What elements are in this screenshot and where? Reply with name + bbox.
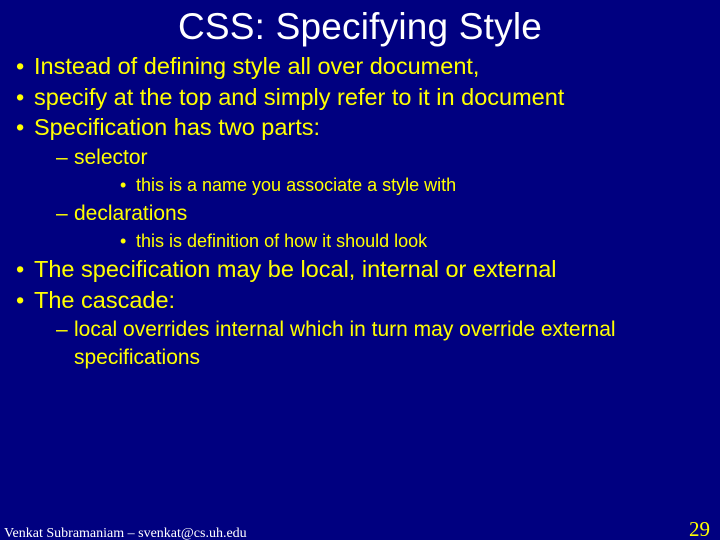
- bullet-text: Specification has two parts:: [34, 114, 320, 140]
- bullet-item: Instead of defining style all over docum…: [10, 52, 710, 81]
- bullet-text: specify at the top and simply refer to i…: [34, 84, 564, 110]
- subsub-list: this is a name you associate a style wit…: [74, 173, 710, 197]
- footer-page-number: 29: [689, 517, 710, 540]
- sub-list: local overrides internal which in turn m…: [34, 316, 710, 371]
- bullet-text: The cascade:: [34, 287, 175, 313]
- bullet-text: The specification may be local, internal…: [34, 256, 557, 282]
- sub-item: selector this is a name you associate a …: [34, 144, 710, 198]
- sub-item: local overrides internal which in turn m…: [34, 316, 710, 371]
- bullet-text: this is a name you associate a style wit…: [136, 175, 456, 195]
- subsub-item: this is a name you associate a style wit…: [74, 173, 710, 197]
- subsub-item: this is definition of how it should look: [74, 229, 710, 253]
- bullet-text: Instead of defining style all over docum…: [34, 53, 479, 79]
- bullet-text: selector: [74, 146, 148, 169]
- slide-title: CSS: Specifying Style: [10, 6, 710, 48]
- sub-item: declarations this is definition of how i…: [34, 200, 710, 254]
- bullet-text: declarations: [74, 202, 187, 225]
- bullet-text: this is definition of how it should look: [136, 231, 427, 251]
- sub-list: selector this is a name you associate a …: [34, 144, 710, 253]
- slide: CSS: Specifying Style Instead of definin…: [0, 6, 720, 540]
- bullet-item: Specification has two parts: selector th…: [10, 113, 710, 253]
- bullet-text: local overrides internal which in turn m…: [74, 318, 616, 368]
- subsub-list: this is definition of how it should look: [74, 229, 710, 253]
- bullet-item: The cascade: local overrides internal wh…: [10, 286, 710, 371]
- bullet-list: Instead of defining style all over docum…: [10, 52, 710, 371]
- bullet-item: specify at the top and simply refer to i…: [10, 83, 710, 112]
- footer-author: Venkat Subramaniam – svenkat@cs.uh.edu: [4, 526, 247, 540]
- bullet-item: The specification may be local, internal…: [10, 255, 710, 284]
